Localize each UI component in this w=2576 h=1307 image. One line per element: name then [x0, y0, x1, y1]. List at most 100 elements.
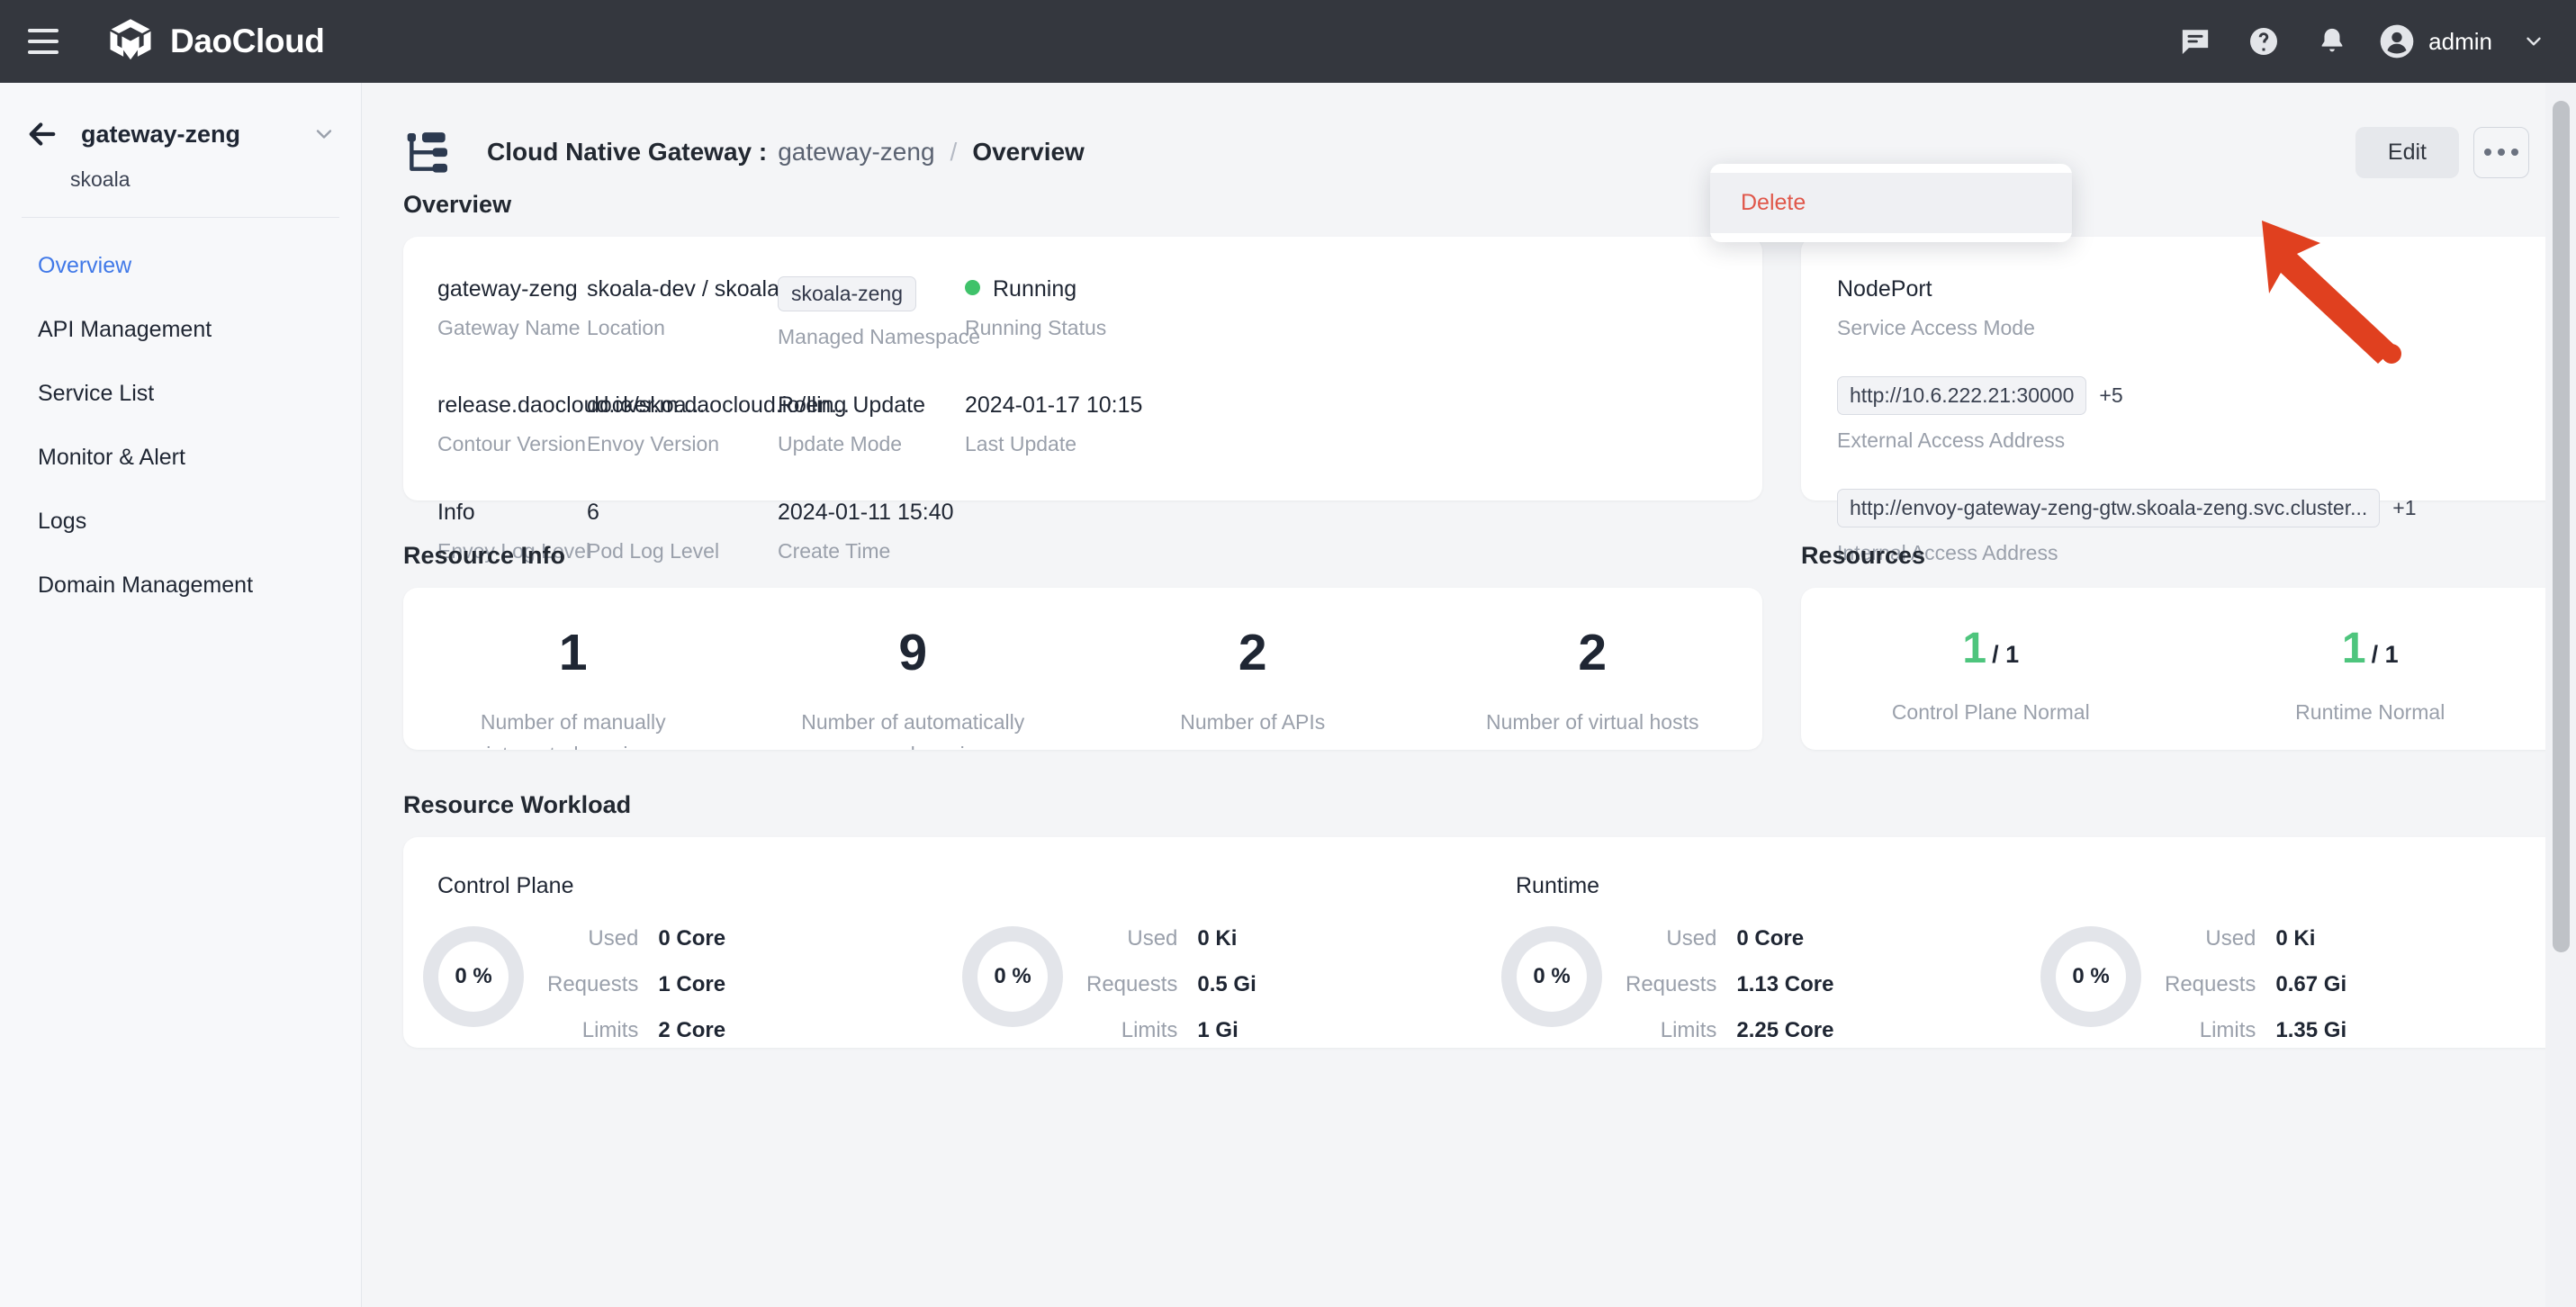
- sidebar-item-monitor-alert[interactable]: Monitor & Alert: [0, 426, 361, 490]
- more-options-dropdown: Delete: [1710, 164, 2072, 242]
- status-dot-icon: [965, 280, 980, 295]
- ellipsis-dot: [2498, 149, 2505, 156]
- internal-address-chip[interactable]: http://envoy-gateway-zeng-gtw.skoala-zen…: [1837, 489, 2381, 527]
- stat-value: 1: [558, 624, 588, 681]
- network-card: NodePort Service Access Mode http://10.6…: [1801, 237, 2560, 564]
- row-resource-info-resources: Resource Info 1 Number of manually integ…: [403, 533, 2576, 750]
- metric-value: 0 Ki: [1197, 926, 1238, 951]
- breadcrumb-root: Cloud Native Gateway :: [487, 138, 768, 166]
- stat-manually-integrated-services: 1 Number of manually integrated services: [403, 624, 743, 751]
- edit-button[interactable]: Edit: [2355, 126, 2459, 178]
- metric-label: Used: [2205, 926, 2256, 951]
- sidebar-item-overview[interactable]: Overview: [0, 234, 361, 298]
- resource-runtime-normal: 1/ 1 Runtime Normal: [2181, 627, 2561, 725]
- overview-field-managed-namespace: skoala-zeng Managed Namespace: [778, 276, 980, 349]
- hamburger-menu-icon[interactable]: [20, 18, 67, 65]
- resource-label: Runtime Normal: [2295, 700, 2445, 724]
- breadcrumb: Cloud Native Gateway : gateway-zeng / Ov…: [487, 138, 1085, 167]
- overview-value: 2024-01-17 10:15: [965, 392, 1143, 418]
- workload-group-title: Control Plane: [437, 873, 574, 898]
- resource-label: Control Plane Normal: [1891, 700, 2090, 724]
- resources-section-title: Resources: [1801, 542, 1926, 569]
- overview-field-gateway-name: gateway-zeng Gateway Name: [403, 276, 587, 349]
- gauge-runtime-memory: 0 % Used 0 Ki Requests 0.67 Gi Limits 1.…: [2021, 926, 2560, 1043]
- external-address-more-count[interactable]: +5: [2099, 383, 2122, 408]
- brand-logo-group[interactable]: DaoCloud: [106, 17, 325, 66]
- sidebar-chevron-down-icon[interactable]: [309, 122, 339, 147]
- gauge-control-plane-memory: 0 % Used 0 Ki Requests 0.5 Gi Limits 1 G…: [942, 926, 1482, 1043]
- more-options-button[interactable]: [2473, 126, 2529, 178]
- bell-icon[interactable]: [2298, 7, 2366, 76]
- gauge-percent: 0 %: [1533, 964, 1571, 988]
- overview-label: Envoy Version: [587, 432, 720, 455]
- overview-label: Update Mode: [778, 432, 903, 455]
- ellipsis-dot: [2511, 149, 2518, 156]
- overview-value: gateway-zeng: [437, 276, 578, 302]
- workload-group-control-plane: Control Plane 0 % Used 0 Core Requests 1…: [403, 873, 1482, 1043]
- workload-group-runtime: Runtime 0 % Used 0 Core Requests 1.13 Co…: [1482, 873, 2560, 1043]
- overview-value: Info: [437, 500, 475, 525]
- sidebar-item-logs[interactable]: Logs: [0, 490, 361, 554]
- metric-label: Limits: [1121, 1018, 1178, 1042]
- external-address-chip[interactable]: http://10.6.222.21:30000: [1837, 376, 2087, 415]
- runtime-total-count: / 1: [2371, 641, 2399, 668]
- resource-info-card: 1 Number of manually integrated services…: [403, 588, 1762, 750]
- metric-label: Requests: [1086, 972, 1178, 996]
- internal-address-more-count[interactable]: +1: [2392, 496, 2416, 520]
- overview-field-update-mode: Rolling Update Update Mode: [778, 392, 965, 456]
- overview-label: Last Update: [965, 432, 1077, 455]
- page-scrollbar-track[interactable]: [2545, 83, 2576, 1307]
- sidebar-item-api-management[interactable]: API Management: [0, 298, 361, 362]
- metric-value: 1 Core: [658, 972, 726, 996]
- top-header-bar: DaoCloud admin: [0, 0, 2576, 83]
- stat-number-of-apis: 2 Number of APIs: [1083, 627, 1423, 750]
- delete-menu-item[interactable]: Delete: [1710, 173, 2072, 233]
- donut-gauge: 0 %: [2040, 926, 2141, 1027]
- user-menu[interactable]: admin: [2379, 23, 2545, 59]
- resources-grid: 1/ 1 Control Plane Normal 1/ 1 Runtime N…: [1801, 627, 2560, 725]
- donut-gauge: 0 %: [962, 926, 1063, 1027]
- breadcrumb-current: Overview: [972, 138, 1085, 166]
- hierarchy-tree-icon: [407, 132, 447, 173]
- overview-value: Rolling Update: [778, 392, 925, 418]
- network-access-mode-value: NodePort: [1837, 276, 1932, 302]
- sidebar-item-service-list[interactable]: Service List: [0, 362, 361, 426]
- overview-value: 6: [587, 500, 599, 525]
- stat-value: 2: [1238, 624, 1267, 681]
- metric-value: 2.25 Core: [1736, 1018, 1834, 1042]
- chat-icon[interactable]: [2161, 7, 2229, 76]
- sidebar-item-domain-management[interactable]: Domain Management: [0, 554, 361, 617]
- metric-value: 0.67 Gi: [2275, 972, 2347, 996]
- gauge-percent: 0 %: [994, 964, 1031, 988]
- brand-name: DaoCloud: [170, 23, 325, 59]
- overview-field-envoy-version: docker.m.daocloud.io/en... Envoy Version: [587, 392, 850, 456]
- gauge-control-plane-cpu: 0 % Used 0 Core Requests 1 Core Limits 2…: [403, 926, 942, 1043]
- page-header-actions: Edit: [2355, 126, 2576, 178]
- page-header: Cloud Native Gateway : gateway-zeng / Ov…: [363, 83, 2576, 182]
- help-icon[interactable]: [2229, 7, 2298, 76]
- metric-value: 0 Core: [1736, 926, 1805, 951]
- network-external-address: http://10.6.222.21:30000 +5 External Acc…: [1837, 376, 2524, 453]
- stat-automatically-managed-services: 9 Number of automatically managed servic…: [743, 627, 1084, 751]
- namespace-tag[interactable]: skoala-zeng: [778, 276, 917, 311]
- metric-value: 0 Core: [658, 926, 726, 951]
- overview-value: 2024-01-11 15:40: [778, 500, 954, 525]
- metric-label: Used: [1127, 926, 1178, 951]
- resources-column: Resources 1/ 1 Control Plane Normal 1/ 1…: [1801, 533, 2560, 750]
- resource-workload-column: Resource Workload Control Plane 0 % Used…: [403, 782, 2560, 1048]
- donut-gauge: 0 %: [1501, 926, 1602, 1027]
- breadcrumb-resource[interactable]: gateway-zeng: [778, 138, 934, 167]
- stat-label: Number of virtual hosts: [1486, 710, 1699, 734]
- resource-info-grid: 1 Number of manually integrated services…: [403, 624, 1763, 751]
- sidebar: gateway-zeng skoala Overview API Managem…: [0, 83, 362, 1307]
- daocloud-cube-icon: [110, 19, 151, 60]
- overview-grid: gateway-zeng Gateway Name skoala-dev / s…: [403, 276, 1762, 563]
- chevron-down-icon[interactable]: [2522, 30, 2545, 53]
- row-resource-workload: Resource Workload Control Plane 0 % Used…: [403, 782, 2576, 1048]
- page-scrollbar-thumb[interactable]: [2553, 101, 2570, 952]
- back-arrow-icon[interactable]: [22, 113, 63, 155]
- stat-number-of-virtual-hosts: 2 Number of virtual hosts: [1423, 627, 1763, 750]
- network-external-label: External Access Address: [1837, 428, 2066, 452]
- avatar-icon: [2380, 24, 2414, 59]
- stat-label: Number of manually integrated services: [480, 710, 666, 750]
